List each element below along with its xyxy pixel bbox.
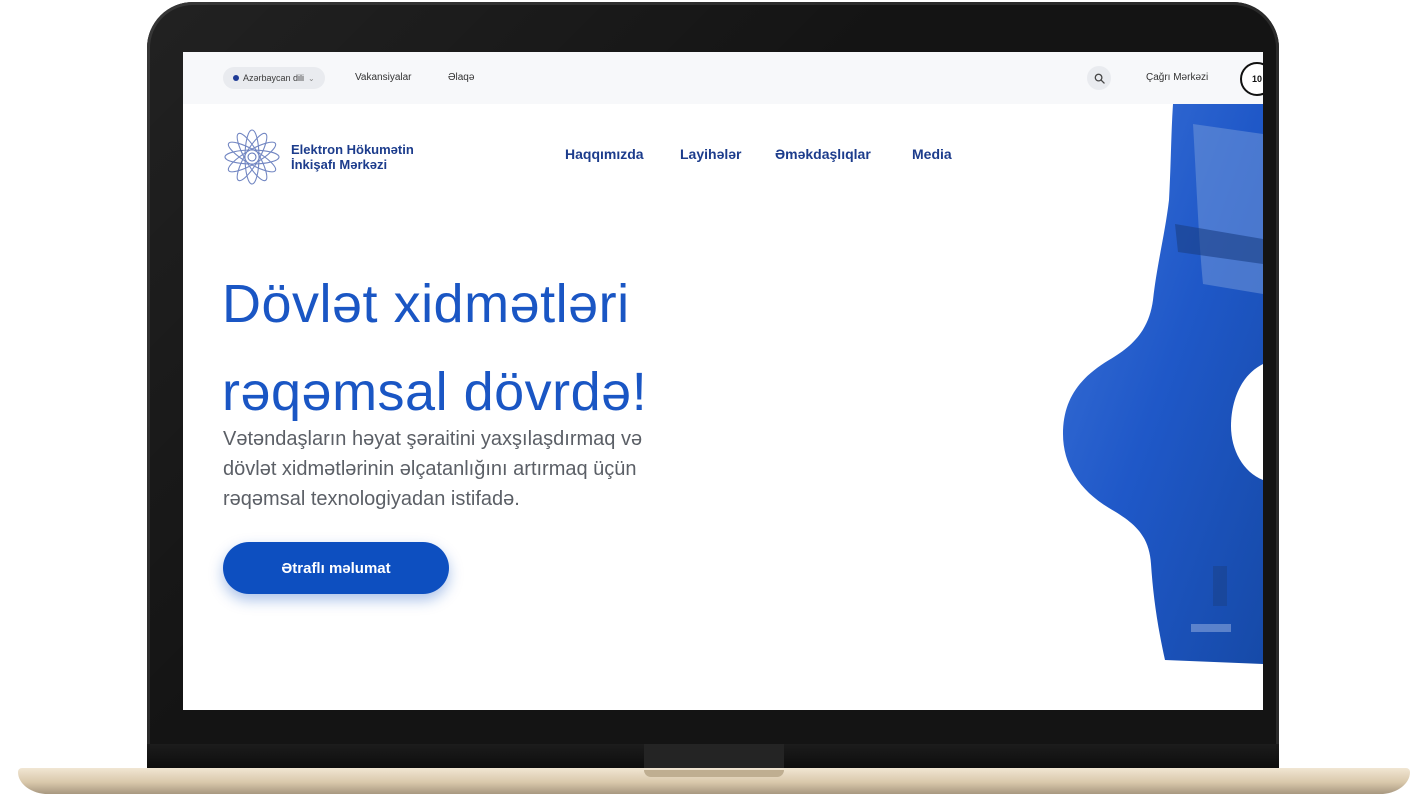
nav-about[interactable]: Haqqımızda (565, 146, 644, 162)
chevron-down-icon: ⌄ (308, 73, 315, 83)
search-button[interactable] (1087, 66, 1111, 90)
hero-title-line1: Dövlət xidmətləri (222, 274, 630, 334)
brand-name[interactable]: Elektron Hökumətin İnkişafı Mərkəzi (291, 142, 414, 172)
hero-subtitle-line2: dövlət xidmətlərinin əlçatanlığını artır… (223, 458, 637, 480)
call-center-number-badge[interactable]: 10 (1240, 62, 1263, 96)
laptop-hinge-center (644, 744, 784, 768)
call-center-link[interactable]: Çağrı Mərkəzi (1146, 72, 1208, 83)
learn-more-button[interactable]: Ətraflı məlumat (223, 542, 449, 594)
brand-logo-icon[interactable] (221, 126, 283, 188)
top-link-vacancies[interactable]: Vakansiyalar (355, 72, 412, 83)
hero-subtitle-line3: rəqəmsal texnologiyadan istifadə. (223, 488, 520, 510)
brand-name-line1: Elektron Hökumətin (291, 142, 414, 157)
nav-projects[interactable]: Layihələr (680, 146, 741, 162)
website-screen: Azərbaycan dili ⌄ Vakansiyalar Əlaqə Çağ… (183, 52, 1263, 710)
hero-gear-image (1063, 104, 1263, 664)
nav-partnerships[interactable]: Əməkdaşlıqlar (775, 146, 871, 162)
hero-title-line2: rəqəmsal dövrdə! (222, 362, 648, 422)
globe-dot-icon (233, 75, 239, 81)
hero-title: Dövlət xidmətləri rəqəmsal dövrdə! (222, 260, 922, 436)
hero-subtitle: Vətəndaşların həyat şəraitini yaxşılaşdı… (223, 424, 783, 514)
top-utility-bar: Azərbaycan dili ⌄ Vakansiyalar Əlaqə Çağ… (183, 52, 1263, 104)
top-link-contact[interactable]: Əlaqə (448, 72, 474, 83)
search-icon (1094, 73, 1105, 84)
call-center-number: 10 (1251, 74, 1262, 84)
language-select[interactable]: Azərbaycan dili ⌄ (223, 67, 325, 89)
learn-more-label: Ətraflı məlumat (281, 559, 391, 577)
language-label: Azərbaycan dili (243, 73, 305, 83)
nav-media[interactable]: Media (912, 146, 952, 162)
brand-name-line2: İnkişafı Mərkəzi (291, 157, 388, 172)
hero-subtitle-line1: Vətəndaşların həyat şəraitini yaxşılaşdı… (223, 428, 643, 450)
laptop-notch (644, 770, 784, 777)
